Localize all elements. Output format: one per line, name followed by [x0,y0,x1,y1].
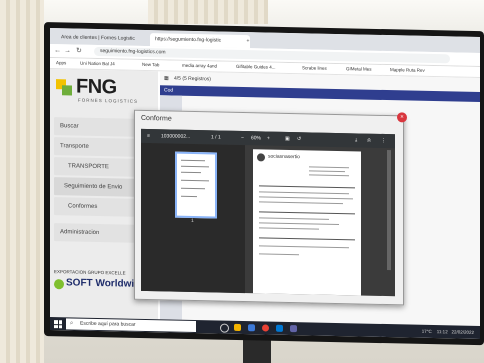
pdf-page-counter: 1 / 1 [211,134,221,141]
fit-page-icon[interactable]: ▣ [285,132,290,146]
pdf-thumbnail-panel: 1 [141,142,245,294]
bookmark-item[interactable]: media array 4and [182,63,217,70]
left-curtain [0,0,44,363]
new-tab-button[interactable]: + [244,35,252,48]
bookmark-item[interactable]: Scrabe lines [302,65,327,72]
menu-label: Transporte [60,143,89,150]
modal-title: Conforme [141,114,172,123]
menu-label: Seguimiento de Envio [64,183,123,191]
pdf-thumbnail[interactable] [175,151,217,219]
system-tray: 17°C 11:12 22/02/2022 [422,325,474,339]
bookmark-item[interactable]: Gifitable Guides 4... [236,64,276,71]
outlook-icon[interactable] [276,324,283,332]
export-label: EXPORTACION GRUPO EXCELLE [54,269,126,276]
weather-status[interactable]: 17°C [422,329,432,334]
settings-icon[interactable] [248,324,255,332]
menu-label: Buscar [60,123,79,130]
close-icon[interactable]: × [397,112,407,123]
taskbar-search-input[interactable]: ⌕ Escribe aquí para buscar [66,318,196,333]
task-view-icon[interactable] [220,323,229,333]
document-header: sociasnasertio [268,153,300,161]
monitor-screen: Area de clientes | Fornes Logistic https… [50,28,480,340]
thumbnail-page-number: 1 [191,217,194,225]
bookmark-item[interactable]: New Tab [142,62,159,68]
search-icon: ⌕ [70,320,74,327]
windows-start-icon[interactable] [54,320,62,329]
excel-icon[interactable]: ▦ [164,71,169,85]
forward-icon[interactable]: → [64,46,71,55]
grid-column-header[interactable]: Cod [164,85,173,95]
rotate-icon[interactable]: ↺ [297,132,301,146]
menu-label: Conformes [68,203,98,210]
teams-icon[interactable] [290,325,297,333]
tab-title: Area de clientes | Fornes Logistic [61,34,135,42]
print-icon[interactable]: ⎙ [367,134,371,148]
pdf-page: sociasnasertio [253,149,361,296]
logo-subtitle: FORNES LOGISTICS [78,97,139,104]
fng-logo: FNG FORNES LOGISTICS [56,75,152,113]
clock-time[interactable]: 11:12 [437,329,448,334]
back-icon[interactable]: ← [54,46,61,55]
menu-label: TRANSPORTE [68,163,109,171]
reload-icon[interactable]: ↻ [76,47,82,56]
download-icon[interactable]: ⤓ [355,133,357,147]
menu-icon[interactable]: ≡ [147,129,150,143]
conforme-modal: Conforme × ≡ 103000002... 1 / 1 − 60% + … [134,109,407,306]
tab-title: https://segumiento.fng-logistic [155,36,222,44]
fng-logo-mark-icon [56,79,72,96]
zoom-in-icon[interactable]: + [267,132,270,146]
bookmark-item[interactable]: Apps [56,60,66,66]
window-blinds [148,0,268,24]
search-placeholder: Escribe aquí para buscar [80,320,136,328]
pdf-filename: 103000002... [161,133,191,140]
bookmark-item[interactable]: Mapple Ruta Rev [390,67,425,74]
logo-text: FNG [76,75,117,99]
pdf-viewer: ≡ 103000002... 1 / 1 − 60% + ▣ ↺ ⤓ ⎙ ⋮ 1… [141,128,395,297]
zoom-out-icon[interactable]: − [241,131,244,145]
menu-label: Administracion [60,229,100,237]
pdf-scrollbar[interactable] [387,150,391,271]
pdf-zoom: 60% [251,135,262,142]
bookmark-item[interactable]: Uni Nation Bal J4 [80,61,115,68]
more-icon[interactable]: ⋮ [381,134,386,148]
document-logo-icon [257,153,265,162]
bookmark-item[interactable]: GIMetal Mes [346,66,372,73]
records-count: 4/5 (5 Registros) [174,75,211,83]
chrome-icon[interactable] [262,324,269,332]
clock-date[interactable]: 22/02/2022 [451,329,474,334]
file-explorer-icon[interactable] [234,323,241,332]
soft-logo-icon [54,279,64,290]
